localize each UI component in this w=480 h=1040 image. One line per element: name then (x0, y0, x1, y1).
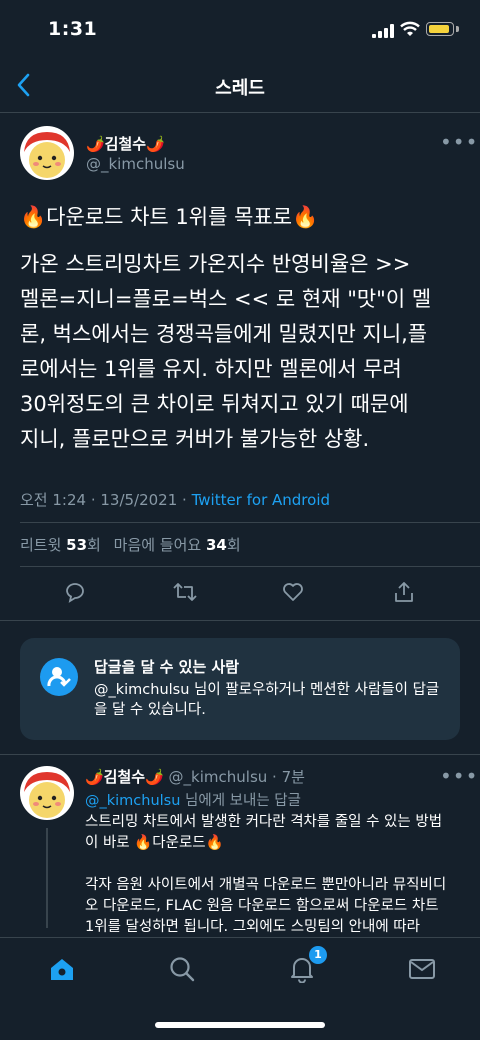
reply-line: 각자 음원 사이트에서 개별곡 다운로드 뿐만아니라 뮤직비디 (85, 877, 447, 893)
retweets-count: 53 (66, 536, 88, 554)
reply-to-handle[interactable]: @_kimchulsu (85, 793, 180, 809)
reply-line: 1위를 달성하면 됩니다. 그외에도 스밍팀의 안내에 따라 (85, 919, 420, 935)
reply-author-name[interactable]: 🌶️김철수🌶️ (85, 768, 164, 786)
tweet-line: 멜론=지니=플로=벅스 << 로 현재 "맛"이 멜 (20, 287, 432, 311)
reply-icon[interactable] (63, 580, 87, 608)
battery-cap (456, 26, 459, 32)
reply-to-suffix: 님에게 보내는 답글 (180, 793, 301, 809)
reply-to-line: @_kimchulsu 님에게 보내는 답글 (85, 789, 301, 810)
reply-avatar[interactable] (20, 766, 74, 820)
tweet-line: 로에서는 1위를 유지. 하지만 멜론에서 무려 (20, 357, 402, 381)
battery-icon (426, 22, 454, 36)
reply-line (85, 854, 465, 875)
notification-badge: 1 (309, 946, 327, 964)
messages-mail-icon[interactable] (408, 957, 436, 985)
reply-body: 스트리밍 차트에서 발생한 커다란 격차를 줄일 수 있는 방법 이 바로 🔥다… (85, 812, 465, 938)
like-heart-icon[interactable] (281, 580, 305, 608)
tweet-source-link[interactable]: Twitter for Android (192, 491, 330, 509)
card-title: 답글을 달 수 있는 사람 (94, 658, 240, 676)
retweets-label: 리트윗 (20, 536, 67, 554)
page-title: 스레드 (215, 78, 265, 99)
tweet-timestamp: 오전 1:24 · 13/5/2021 · (20, 491, 192, 509)
likes-label: 마음에 들어요 (113, 536, 206, 554)
status-time: 1:31 (48, 18, 98, 40)
user-check-icon (40, 658, 78, 696)
retweet-icon[interactable] (172, 580, 198, 608)
avatar[interactable] (20, 126, 74, 180)
reply-line: 오 다운로드, FLAC 원음 다운로드 함으로써 다운로드 차트 (85, 898, 439, 914)
reply-author-handle[interactable]: @_kimchulsu · 7분 (169, 768, 305, 786)
wifi-icon (400, 21, 420, 36)
card-body: @_kimchulsu 님이 팔로우하거나 멘션한 사람들이 답글을 달 수 있… (94, 682, 440, 718)
divider (0, 754, 480, 755)
thread-line (46, 828, 48, 928)
divider (20, 566, 480, 567)
reply-header: 🌶️김철수🌶️ @_kimchulsu · 7분 (85, 766, 305, 787)
tweet-line: 가온 스트리밍차트 가온지수 반영비율은 >> (20, 252, 411, 276)
tweet-body: 🔥다운로드 차트 1위를 목표로🔥 가온 스트리밍차트 가온지수 반영비율은 >… (20, 200, 465, 457)
tweet-line: 지니, 플로만으로 커버가 불가능한 상황. (20, 427, 370, 451)
divider (20, 522, 480, 523)
search-icon[interactable] (168, 955, 196, 987)
reply-line: 스트리밍 차트에서 발생한 커다란 격차를 줄일 수 있는 방법 (85, 814, 443, 830)
likes-stat[interactable]: 마음에 들어요 34회 (114, 536, 241, 554)
tweet-line: 30위정도의 큰 차이로 뒤쳐지고 있기 때문에 (20, 392, 409, 416)
likes-suffix: 회 (226, 536, 241, 554)
tweet-headline: 🔥다운로드 차트 1위를 목표로🔥 (20, 205, 319, 229)
author-handle[interactable]: @_kimchulsu (86, 155, 185, 173)
reply-more-options-icon[interactable]: ••• (440, 764, 478, 788)
tweet-line: 론, 벅스에서는 경쟁곡들에게 밀렸지만 지니,플 (20, 322, 428, 346)
status-bar: 1:31 (0, 0, 480, 60)
tweet-meta: 오전 1:24 · 13/5/2021 · Twitter for Androi… (20, 489, 330, 510)
likes-count: 34 (205, 536, 227, 554)
nav-bar: 스레드 (0, 60, 480, 113)
retweets-suffix: 회 (87, 536, 101, 554)
author-name[interactable]: 🌶️김철수🌶️ (86, 133, 165, 154)
tweet-stats: 리트윗 53회 마음에 들어요 34회 (20, 534, 241, 555)
more-options-icon[interactable]: ••• (440, 130, 478, 154)
divider (0, 620, 480, 621)
reply-permissions-card: 답글을 달 수 있는 사람 @_kimchulsu 님이 팔로우하거나 멘션한 … (20, 638, 460, 740)
cellular-signal-icon (372, 24, 394, 38)
reply-line: 이 바로 🔥다운로드🔥 (85, 835, 224, 851)
retweets-stat[interactable]: 리트윗 53회 (20, 536, 101, 554)
share-icon[interactable] (392, 580, 416, 608)
home-indicator (155, 1022, 325, 1028)
home-icon[interactable] (48, 956, 76, 986)
